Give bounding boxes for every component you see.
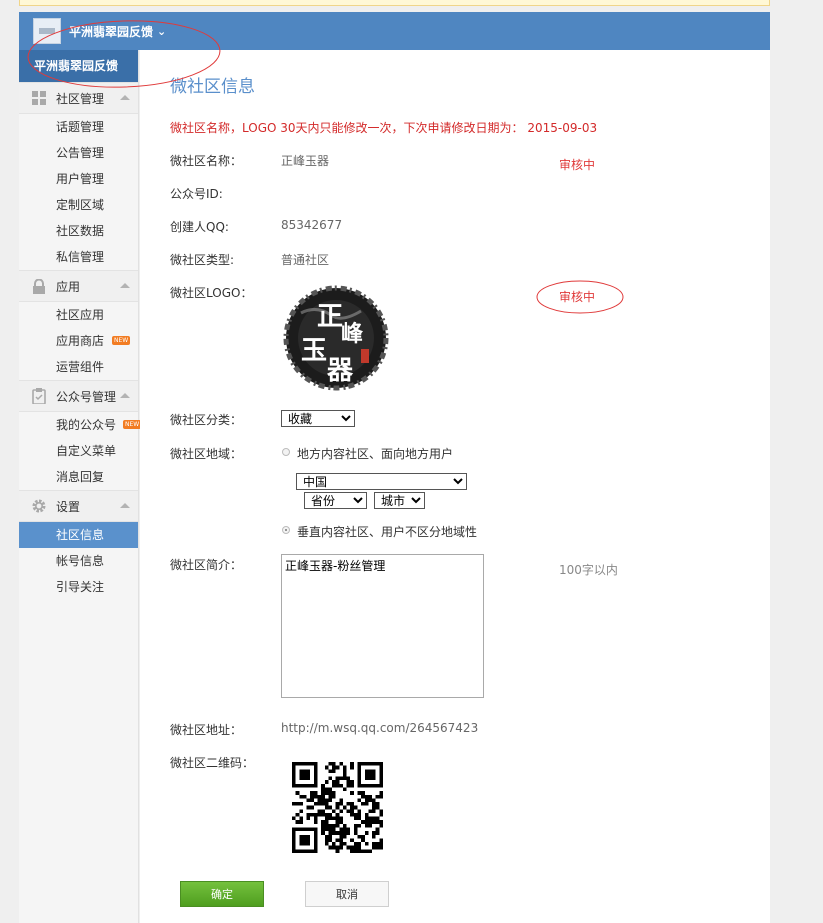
category-select[interactable]: 收藏 — [281, 410, 355, 427]
region-local-radio[interactable] — [282, 448, 290, 456]
type-label: 微社区类型: — [170, 253, 235, 267]
region-vertical-radio[interactable] — [282, 526, 290, 534]
collapse-caret-icon[interactable] — [120, 503, 130, 508]
nav-operation-components[interactable]: 运营组件 — [19, 354, 138, 380]
grid-icon — [31, 90, 47, 106]
group-community-manage[interactable]: 社区管理 — [19, 82, 138, 114]
clipboard-icon — [31, 388, 47, 404]
nav-user-manage[interactable]: 用户管理 — [19, 166, 138, 192]
intro-label: 微社区简介： — [170, 558, 243, 572]
nav-label: 应用商店 — [56, 334, 105, 348]
confirm-button[interactable]: 确定 — [180, 881, 264, 907]
modify-limit-warning: 微社区名称，LOGO 30天内只能修改一次，下次申请修改日期为： 2015-09… — [170, 121, 598, 135]
account-id-label: 公众号ID: — [170, 187, 223, 201]
country-select[interactable]: 中国 — [296, 473, 467, 490]
collapse-caret-icon[interactable] — [120, 283, 130, 288]
group-official-account[interactable]: 公众号管理 — [19, 380, 138, 412]
nav-topic-manage[interactable]: 话题管理 — [19, 114, 138, 140]
group-settings[interactable]: 设置 — [19, 490, 138, 522]
account-switcher[interactable]: 平洲翡翠园反馈 ⌄ — [33, 18, 166, 44]
nav-account-info[interactable]: 帐号信息 — [19, 548, 138, 574]
name-value: 正峰玉器 — [281, 154, 330, 168]
category-label: 微社区分类： — [170, 413, 243, 427]
group-title: 社区管理 — [56, 91, 105, 106]
name-label: 微社区名称： — [170, 154, 243, 168]
nav-app-store[interactable]: 应用商店 NEW — [19, 328, 138, 354]
type-value: 普通社区 — [281, 253, 330, 267]
chevron-down-icon: ⌄ — [157, 24, 167, 38]
city-select[interactable]: 城市 — [374, 492, 425, 509]
logo-char-1: 正 — [317, 302, 343, 332]
address-label: 微社区地址： — [170, 723, 243, 737]
logo-label: 微社区LOGO： — [170, 286, 253, 300]
nav-community-data[interactable]: 社区数据 — [19, 218, 138, 244]
region-label: 微社区地域： — [170, 447, 243, 461]
province-select[interactable]: 省份 — [304, 492, 367, 509]
region-local-option: 地方内容社区、面向地方用户 — [297, 447, 454, 461]
nav-custom-area[interactable]: 定制区域 — [19, 192, 138, 218]
main-content: 微社区信息 微社区名称，LOGO 30天内只能修改一次，下次申请修改日期为： 2… — [140, 50, 770, 923]
gear-icon — [31, 498, 47, 514]
sidebar: 平洲翡翠园反馈 社区管理 话题管理 公告管理 用户管理 定制区域 社区数据 私信… — [19, 50, 142, 923]
new-badge: NEW — [112, 336, 131, 345]
nav-follow-guide[interactable]: 引导关注 — [19, 574, 138, 600]
notice-bar — [19, 0, 770, 6]
address-value: http://m.wsq.qq.com/264567423 — [281, 721, 479, 735]
lock-icon — [31, 278, 47, 294]
intro-length-hint: 100字以内 — [559, 563, 618, 577]
top-bar: 平洲翡翠园反馈 ⌄ — [19, 12, 770, 50]
current-account[interactable]: 平洲翡翠园反馈 — [19, 50, 138, 82]
nav-community-apps[interactable]: 社区应用 — [19, 302, 138, 328]
creator-qq-value: 85342677 — [281, 218, 343, 232]
intro-textarea[interactable]: 正峰玉器-粉丝管理 — [281, 554, 484, 698]
account-name: 平洲翡翠园反馈 — [69, 24, 154, 39]
collapse-caret-icon[interactable] — [120, 95, 130, 100]
group-title: 公众号管理 — [56, 389, 117, 404]
community-qrcode — [292, 762, 383, 853]
nav-private-message[interactable]: 私信管理 — [19, 244, 138, 270]
nav-label: 我的公众号 — [56, 418, 117, 432]
qrcode-label: 微社区二维码： — [170, 756, 255, 770]
region-vertical-option: 垂直内容社区、用户不区分地域性 — [297, 525, 478, 539]
page-title: 微社区信息 — [170, 77, 255, 97]
nav-message-reply[interactable]: 消息回复 — [19, 464, 138, 490]
group-title: 应用 — [56, 279, 81, 294]
logo-review-status: 审核中 — [559, 290, 596, 304]
group-title: 设置 — [56, 499, 81, 514]
cancel-button[interactable]: 取消 — [305, 881, 389, 907]
nav-my-official-account[interactable]: 我的公众号 NEW — [19, 412, 142, 438]
logo-char-4: 器 — [326, 356, 354, 386]
name-review-status: 审核中 — [559, 158, 596, 172]
logo-char-2: 峰 — [341, 321, 364, 347]
new-badge: NEW — [123, 420, 142, 429]
nav-custom-menu[interactable]: 自定义菜单 — [19, 438, 138, 464]
nav-community-info[interactable]: 社区信息 — [19, 522, 138, 548]
group-apps[interactable]: 应用 — [19, 270, 138, 302]
community-logo: 正 峰 玉 器 — [283, 285, 389, 391]
nav-announcement-manage[interactable]: 公告管理 — [19, 140, 138, 166]
logo-char-3: 玉 — [301, 336, 327, 366]
creator-qq-label: 创建人QQ: — [170, 220, 229, 234]
account-logo — [33, 18, 61, 44]
collapse-caret-icon[interactable] — [120, 393, 130, 398]
